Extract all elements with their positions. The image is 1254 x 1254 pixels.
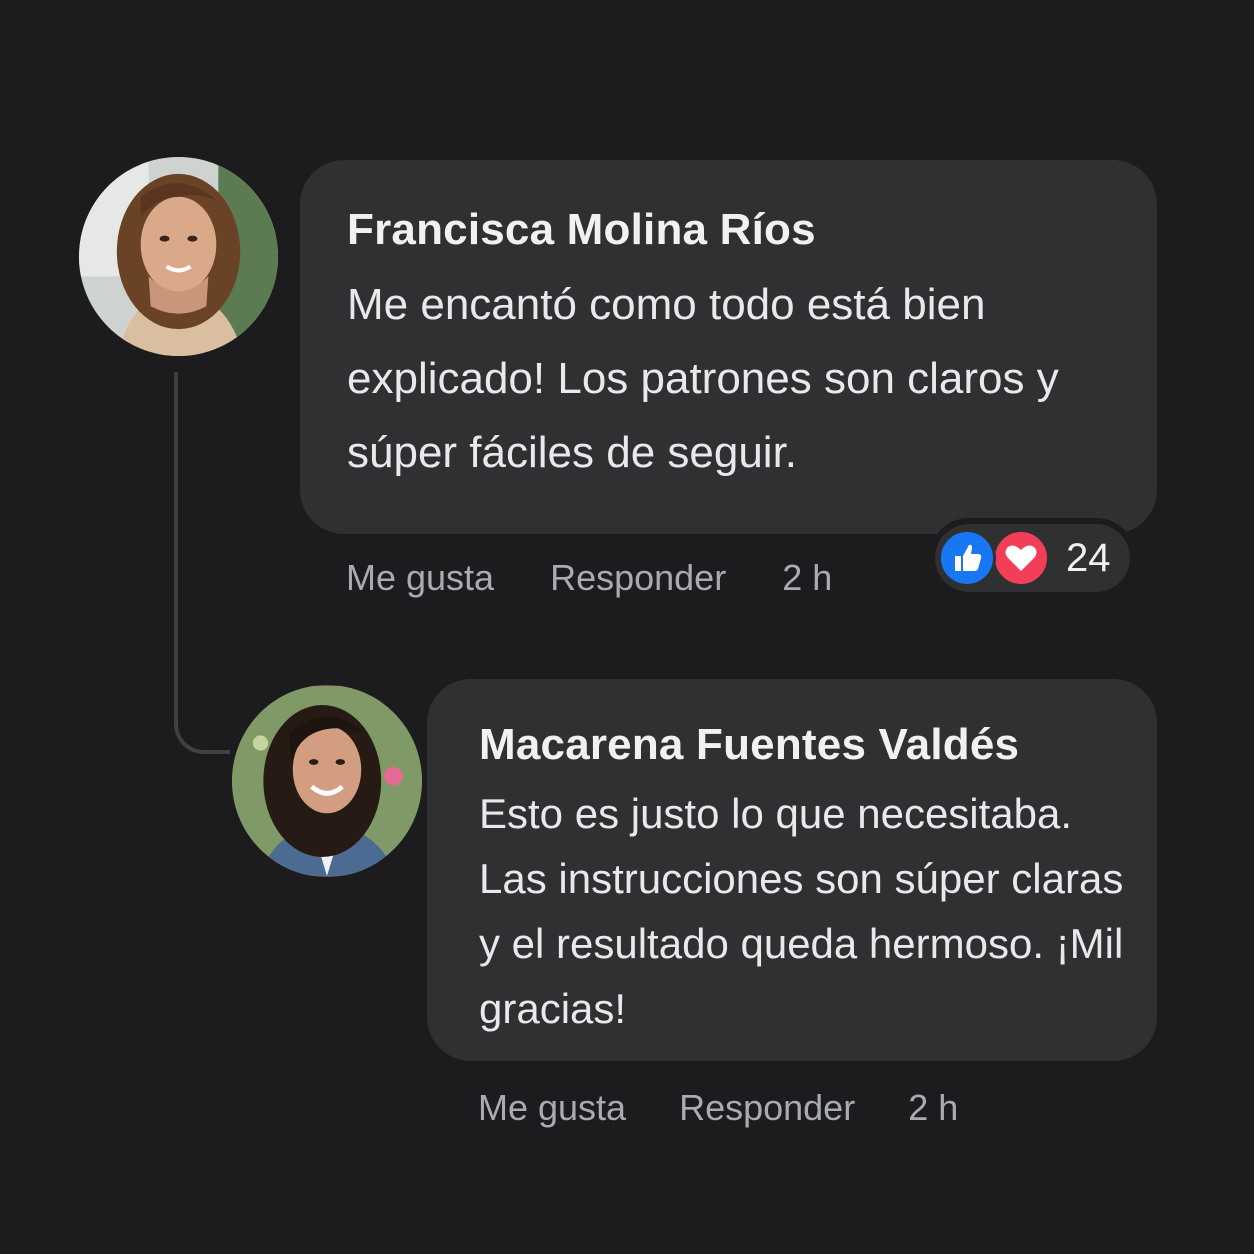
- like-button[interactable]: Me gusta: [346, 557, 494, 599]
- reaction-count: 24: [1066, 536, 1111, 580]
- reply-button[interactable]: Responder: [679, 1087, 855, 1129]
- comment-timestamp[interactable]: 2 h: [782, 557, 832, 599]
- like-button[interactable]: Me gusta: [478, 1087, 626, 1129]
- heart-icon: [992, 529, 1050, 587]
- reaction-summary[interactable]: 24: [929, 518, 1136, 598]
- comment-author[interactable]: Macarena Fuentes Valdés: [479, 717, 1127, 773]
- avatar-photo: [79, 157, 278, 356]
- comment-author[interactable]: Francisca Molina Ríos: [347, 202, 1117, 258]
- reply-thread-connector: [174, 372, 230, 754]
- avatar-francisca[interactable]: [79, 157, 278, 356]
- comment-bubble: Francisca Molina Ríos Me encantó como to…: [300, 160, 1157, 534]
- like-icon: [938, 529, 996, 587]
- comment-actions: Me gusta Responder 2 h: [346, 556, 832, 600]
- reply-bubble: Macarena Fuentes Valdés Esto es justo lo…: [427, 679, 1157, 1061]
- reply-button[interactable]: Responder: [550, 557, 726, 599]
- avatar-photo: [232, 686, 422, 876]
- comment-actions: Me gusta Responder 2 h: [478, 1086, 958, 1130]
- avatar-macarena[interactable]: [232, 685, 422, 877]
- comment-timestamp[interactable]: 2 h: [908, 1087, 958, 1129]
- comment-text: Esto es justo lo que necesitaba. Las ins…: [479, 790, 1124, 1032]
- comment-text: Me encantó como todo está bien explicado…: [347, 280, 1059, 477]
